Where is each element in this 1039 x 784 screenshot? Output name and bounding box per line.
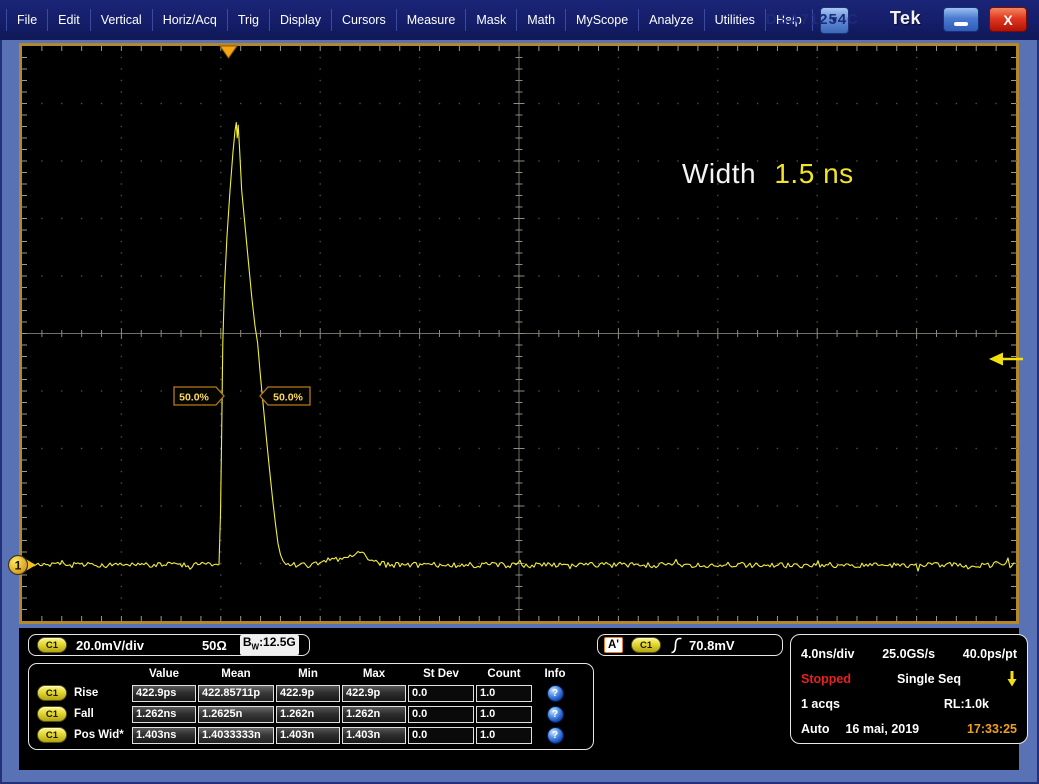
width-annotation: Width 1.5 ns	[682, 158, 854, 190]
measurement-table: Value Mean Min Max St Dev Count Info C1 …	[28, 663, 594, 750]
ref-marker-50pct-right: 50.0%	[260, 387, 310, 405]
close-icon: X	[1003, 12, 1012, 28]
resolution-value: 40.0ps/pt	[963, 647, 1017, 661]
close-button[interactable]: X	[989, 7, 1027, 32]
channel1-marker-label: 1	[15, 559, 22, 573]
poswid-max: 1.403n	[342, 727, 406, 744]
bandwidth-readout: BW:12.5G	[240, 635, 299, 654]
waveform-svg: 50.0% 50.0% 1	[22, 46, 1016, 621]
time-display: 17:33:25	[967, 722, 1017, 736]
header-count: Count	[476, 668, 532, 680]
fall-count: 1.0	[476, 706, 532, 723]
trigger-source-badge: A'	[604, 637, 623, 653]
poswid-min: 1.403n	[276, 727, 340, 744]
acquisition-mode: Single Seq	[897, 672, 961, 686]
trigger-position-marker[interactable]	[220, 46, 237, 58]
menu-display[interactable]: Display	[270, 9, 332, 31]
trigger-position-icon	[1007, 670, 1017, 688]
menu-edit[interactable]: Edit	[48, 9, 91, 31]
menu-math[interactable]: Math	[517, 9, 566, 31]
trigger-level-value: 70.8mV	[689, 638, 735, 653]
acquisition-state: Stopped	[801, 672, 851, 686]
model-watermark: DSA71254C	[766, 11, 859, 28]
poswid-mean: 1.4033333n	[198, 727, 274, 744]
ref-marker-50pct-left: 50.0%	[174, 387, 224, 405]
measurement-name: Pos Wid*	[74, 729, 124, 741]
rise-max: 422.9p	[342, 685, 406, 702]
menu-cursors[interactable]: Cursors	[332, 9, 397, 31]
fall-value: 1.262ns	[132, 706, 196, 723]
acquisition-status: 4.0ns/div 25.0GS/s 40.0ps/pt Stopped Sin…	[790, 634, 1028, 744]
termination-value: 50Ω	[202, 638, 227, 653]
fall-max: 1.262n	[342, 706, 406, 723]
record-length: RL:1.0k	[944, 697, 989, 711]
width-annotation-label: Width	[682, 158, 756, 189]
channel1-badge: C1	[37, 637, 67, 653]
trigger-mode: Auto	[801, 722, 829, 736]
menu-analyze[interactable]: Analyze	[639, 9, 704, 31]
acquisition-count: 1 acqs	[801, 697, 840, 711]
header-min: Min	[276, 668, 340, 680]
titlebar: File Edit Vertical Horiz/Acq Trig Displa…	[0, 0, 1039, 40]
menu-measure[interactable]: Measure	[397, 9, 467, 31]
fall-min: 1.262n	[276, 706, 340, 723]
header-info: Info	[534, 668, 576, 680]
info-icon[interactable]: ?	[547, 727, 564, 744]
menu-file[interactable]: File	[6, 9, 48, 31]
bw-subscript: W	[252, 643, 260, 652]
header-stdev: St Dev	[408, 668, 474, 680]
rise-value: 422.9ps	[132, 685, 196, 702]
channel1-badge: C1	[37, 706, 67, 722]
waveform-display: 50.0% 50.0% 1 Width 1.5 ns	[19, 43, 1019, 624]
rise-mean: 422.85711p	[198, 685, 274, 702]
measurement-row-label: C1 Rise	[35, 685, 130, 701]
sample-rate-value: 25.0GS/s	[882, 647, 935, 661]
channel1-badge: C1	[37, 685, 67, 701]
measurement-row-label: C1 Fall	[35, 706, 130, 722]
header-mean: Mean	[198, 668, 274, 680]
poswid-count: 1.0	[476, 727, 532, 744]
measurement-name: Fall	[74, 708, 94, 720]
menu-mask[interactable]: Mask	[466, 9, 517, 31]
tek-logo: Tek	[890, 8, 921, 29]
menu-vertical[interactable]: Vertical	[91, 9, 153, 31]
header-value: Value	[132, 668, 196, 680]
fall-mean: 1.2625n	[198, 706, 274, 723]
rise-min: 422.9p	[276, 685, 340, 702]
channel1-marker[interactable]: 1	[9, 556, 37, 575]
trigger-channel-badge: C1	[631, 637, 661, 653]
rising-edge-icon	[670, 637, 683, 654]
info-icon[interactable]: ?	[547, 706, 564, 723]
timebase-value: 4.0ns/div	[801, 647, 855, 661]
poswid-stdev: 0.0	[408, 727, 474, 744]
vertical-readout[interactable]: C1 20.0mV/div 50Ω BW:12.5G	[28, 634, 310, 656]
ref-marker-right-label: 50.0%	[273, 392, 303, 404]
date-display: 16 mai, 2019	[845, 722, 919, 736]
bw-prefix: B	[243, 635, 252, 649]
oscilloscope-application-window: { "titlebar": { "menu": ["File","Edit","…	[0, 0, 1039, 784]
header-max: Max	[342, 668, 406, 680]
ref-marker-left-label: 50.0%	[179, 392, 209, 404]
menu-utilities[interactable]: Utilities	[705, 9, 766, 31]
vertical-scale-value: 20.0mV/div	[76, 638, 144, 653]
measurement-name: Rise	[74, 687, 98, 699]
rise-count: 1.0	[476, 685, 532, 702]
info-icon[interactable]: ?	[547, 685, 564, 702]
width-annotation-value: 1.5 ns	[774, 158, 853, 189]
minimize-button[interactable]	[943, 7, 979, 32]
menu-trig[interactable]: Trig	[228, 9, 270, 31]
channel1-badge: C1	[37, 727, 67, 743]
bw-value: :12.5G	[259, 635, 296, 649]
measurement-row-label: C1 Pos Wid*	[35, 727, 130, 743]
graticule	[22, 46, 1017, 621]
poswid-value: 1.403ns	[132, 727, 196, 744]
control-readout-panel: C1 20.0mV/div 50Ω BW:12.5G A' C1 70.8mV …	[19, 628, 1019, 770]
fall-stdev: 0.0	[408, 706, 474, 723]
minimize-icon	[954, 22, 968, 26]
menu-myscope[interactable]: MyScope	[566, 9, 639, 31]
menu-horiz-acq[interactable]: Horiz/Acq	[153, 9, 228, 31]
trigger-readout[interactable]: A' C1 70.8mV	[597, 634, 783, 656]
trigger-level-arrow[interactable]	[989, 353, 1023, 366]
rise-stdev: 0.0	[408, 685, 474, 702]
